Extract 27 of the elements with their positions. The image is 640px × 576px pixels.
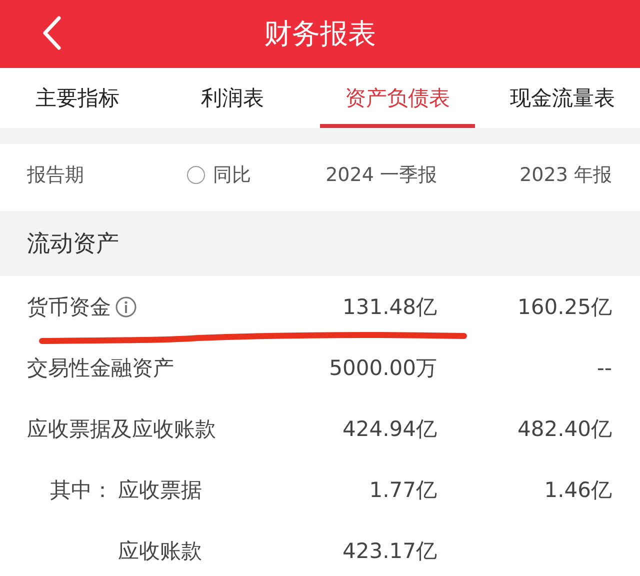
table-cell-text: -- — [596, 356, 612, 380]
row-label: 应收账款 — [118, 538, 202, 564]
row-label: 交易性金融资产 — [27, 354, 174, 382]
info-icon[interactable] — [115, 296, 137, 318]
table-cell-text: 5000.00万 — [328, 354, 437, 382]
back-icon[interactable] — [42, 16, 62, 50]
section-title: 流动资产 — [27, 230, 119, 259]
table-cell-text: 160.25亿 — [516, 294, 612, 320]
tab[interactable]: 主要指标 — [0, 68, 155, 128]
row-label: 应收票据及应收账款 — [27, 416, 216, 442]
tab[interactable]: 利润表 — [155, 68, 310, 128]
table-cell-text: 482.40亿 — [516, 416, 612, 442]
row-prefix: 其中： — [50, 478, 113, 502]
table-cell-text: 1.77亿 — [368, 476, 437, 504]
tab[interactable]: 现金流量表 — [485, 68, 640, 128]
table-cell-text: 131.48亿 — [342, 294, 437, 320]
table-cell-text: 1.46亿 — [543, 476, 612, 504]
table-cell-text: 423.17亿 — [342, 538, 437, 564]
row-label: 应收票据 — [118, 476, 202, 504]
row-label: 货币资金 — [27, 294, 111, 320]
table-cell-text: 424.94亿 — [342, 416, 437, 442]
yoy-label: 同比 — [213, 163, 251, 188]
period-label: 报告期 — [27, 163, 85, 188]
column-header: 2024 一季报 — [324, 163, 437, 188]
column-header: 2023 年报 — [518, 163, 612, 188]
page-title: 财务报表 — [264, 16, 376, 52]
radio-button[interactable] — [187, 166, 205, 184]
